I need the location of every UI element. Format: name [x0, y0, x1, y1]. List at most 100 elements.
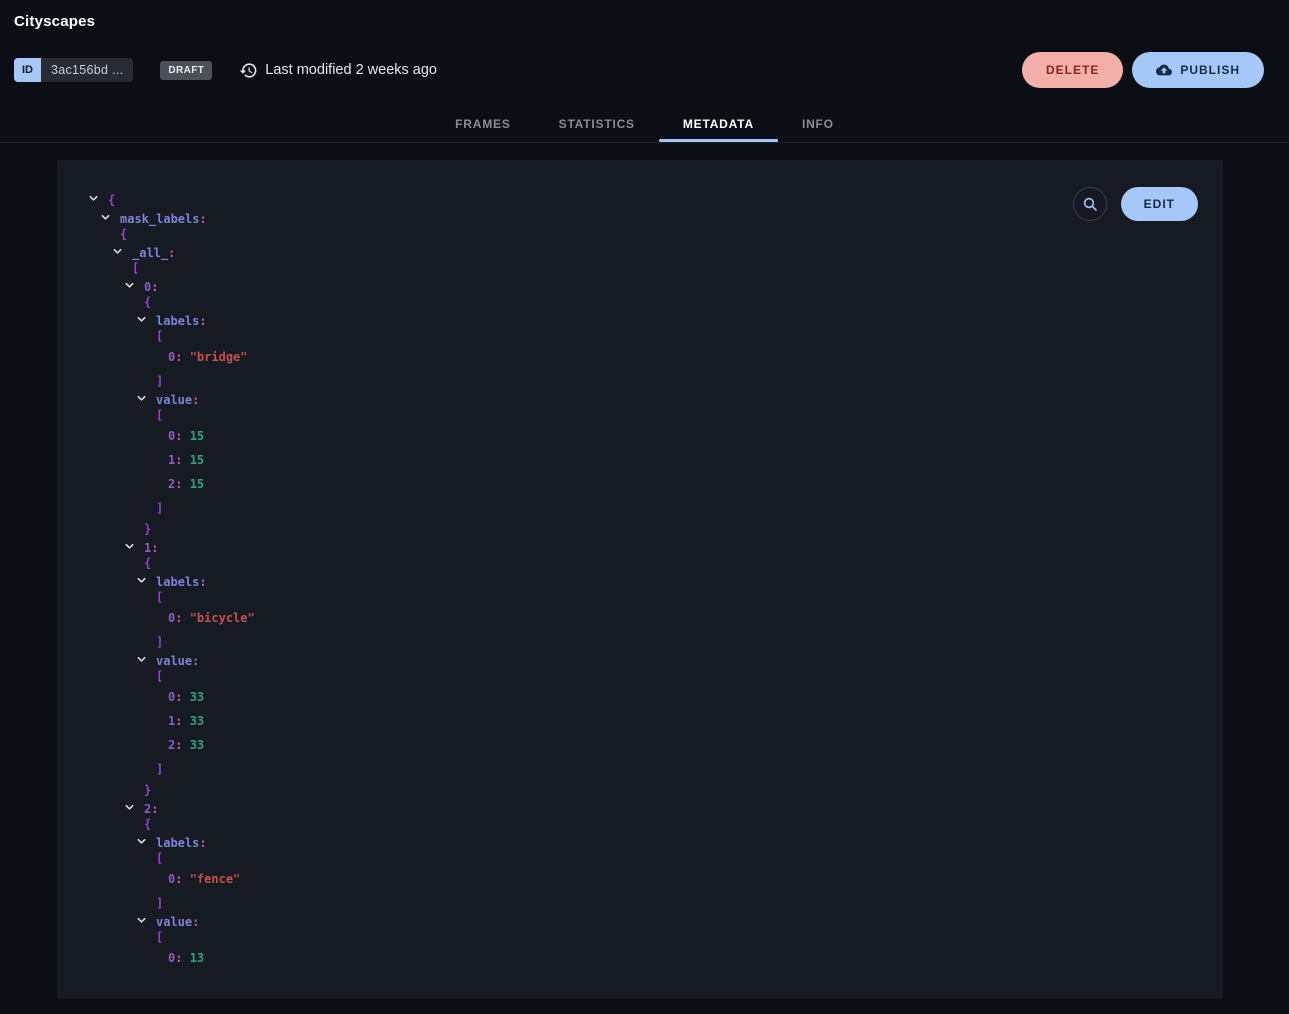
tree-colon: : — [199, 575, 206, 589]
json-tree[interactable]: {mask_labels:{_all_:[0:{labels:[0: "brid… — [57, 160, 1223, 972]
tree-space — [182, 350, 189, 364]
tab-frames[interactable]: FRAMES — [431, 104, 534, 142]
tree-space — [182, 738, 189, 752]
tree-line: mask_labels: — [88, 207, 1223, 226]
tree-bracket: { — [144, 556, 151, 570]
chevron-down-icon[interactable] — [124, 802, 144, 816]
tree-bracket: [ — [156, 930, 163, 944]
chevron-down-icon[interactable] — [136, 915, 156, 929]
tree-value: 15 — [190, 453, 204, 467]
chevron-down-icon[interactable] — [136, 575, 156, 589]
tree-colon: : — [192, 654, 199, 668]
edit-button[interactable]: EDIT — [1121, 187, 1198, 221]
tree-colon: : — [151, 280, 158, 294]
tree-bracket: [ — [156, 590, 163, 604]
tree-key: _all_ — [132, 246, 168, 260]
tree-bracket: { — [144, 817, 151, 831]
publish-button[interactable]: PUBLISH — [1132, 52, 1264, 88]
tree-line: { — [88, 188, 1223, 207]
tab-bar: FRAMESSTATISTICSMETADATAINFO — [0, 104, 1289, 143]
tree-bracket: [ — [156, 329, 163, 343]
tree-line: [ — [88, 328, 1223, 343]
last-modified-text: Last modified 2 weeks ago — [265, 62, 437, 78]
tab-metadata[interactable]: METADATA — [659, 104, 778, 142]
tree-bracket: ] — [156, 635, 163, 649]
search-button[interactable] — [1073, 187, 1107, 221]
tree-line: [ — [88, 407, 1223, 422]
tree-line: 0: 13 — [88, 944, 1223, 968]
tree-key: mask_labels — [120, 212, 199, 226]
tree-line: ] — [88, 628, 1223, 649]
tree-key: value — [156, 393, 192, 407]
chevron-down-icon[interactable] — [136, 654, 156, 668]
content-area: EDIT {mask_labels:{_all_:[0:{labels:[0: … — [0, 143, 1289, 999]
tree-line: [ — [88, 589, 1223, 604]
chevron-down-icon[interactable] — [88, 193, 108, 207]
tree-value: 13 — [190, 951, 204, 965]
tree-bracket: [ — [156, 851, 163, 865]
page-title: Cityscapes — [14, 13, 1289, 30]
tree-line: { — [88, 226, 1223, 241]
dataset-id-badge[interactable]: ID 3ac156bd ... — [14, 58, 133, 82]
tree-line: 1: 33 — [88, 707, 1223, 731]
tree-bracket: { — [144, 295, 151, 309]
tree-colon: : — [199, 314, 206, 328]
delete-button[interactable]: DELETE — [1022, 52, 1123, 88]
tree-key: labels — [156, 314, 199, 328]
tree-space — [182, 429, 189, 443]
tree-key: value — [156, 654, 192, 668]
search-icon — [1082, 196, 1098, 212]
tree-value: 33 — [190, 738, 204, 752]
tree-colon: : — [199, 212, 206, 226]
chevron-down-icon[interactable] — [136, 393, 156, 407]
tree-line: 2: 15 — [88, 470, 1223, 494]
cloud-upload-icon — [1156, 62, 1172, 78]
chevron-down-icon[interactable] — [124, 280, 144, 294]
tree-line: 1: 15 — [88, 446, 1223, 470]
tree-colon: : — [151, 541, 158, 555]
tree-line: { — [88, 555, 1223, 570]
chevron-down-icon[interactable] — [100, 212, 120, 226]
chevron-down-icon[interactable] — [136, 836, 156, 850]
tree-bracket: ] — [156, 501, 163, 515]
tree-line: 0: 15 — [88, 422, 1223, 446]
tree-colon: : — [192, 915, 199, 929]
tree-line: ] — [88, 494, 1223, 515]
tree-line: labels: — [88, 831, 1223, 850]
tree-space — [182, 690, 189, 704]
tree-line: 2: 33 — [88, 731, 1223, 755]
tree-line: 0: — [88, 275, 1223, 294]
tree-line: 2: — [88, 797, 1223, 816]
tab-statistics[interactable]: STATISTICS — [535, 104, 659, 142]
chevron-down-icon[interactable] — [112, 246, 132, 260]
tree-line: value: — [88, 910, 1223, 929]
tree-value: 33 — [190, 714, 204, 728]
metadata-panel: EDIT {mask_labels:{_all_:[0:{labels:[0: … — [57, 160, 1223, 999]
tree-key: labels — [156, 575, 199, 589]
tree-line: ] — [88, 755, 1223, 776]
tree-line: labels: — [88, 309, 1223, 328]
history-icon — [239, 61, 258, 80]
tree-key: value — [156, 915, 192, 929]
tree-line: 0: "bridge" — [88, 343, 1223, 367]
tree-line: value: — [88, 388, 1223, 407]
tree-line: { — [88, 816, 1223, 831]
tree-line: } — [88, 515, 1223, 536]
tree-key: labels — [156, 836, 199, 850]
header: Cityscapes ID 3ac156bd ... DRAFT Last mo… — [0, 0, 1289, 88]
tree-line: [ — [88, 929, 1223, 944]
tree-bracket: ] — [156, 374, 163, 388]
tree-value: 33 — [190, 690, 204, 704]
tree-line: [ — [88, 668, 1223, 683]
chevron-down-icon[interactable] — [136, 314, 156, 328]
tab-info[interactable]: INFO — [778, 104, 858, 142]
tree-line: 1: — [88, 536, 1223, 555]
tree-value: "bicycle" — [190, 611, 255, 625]
publish-label: PUBLISH — [1180, 63, 1240, 77]
tree-value: "fence" — [190, 872, 241, 886]
tree-bracket: { — [108, 193, 115, 207]
chevron-down-icon[interactable] — [124, 541, 144, 555]
tree-line: labels: — [88, 570, 1223, 589]
id-label: ID — [14, 58, 41, 82]
tree-line: [ — [88, 850, 1223, 865]
